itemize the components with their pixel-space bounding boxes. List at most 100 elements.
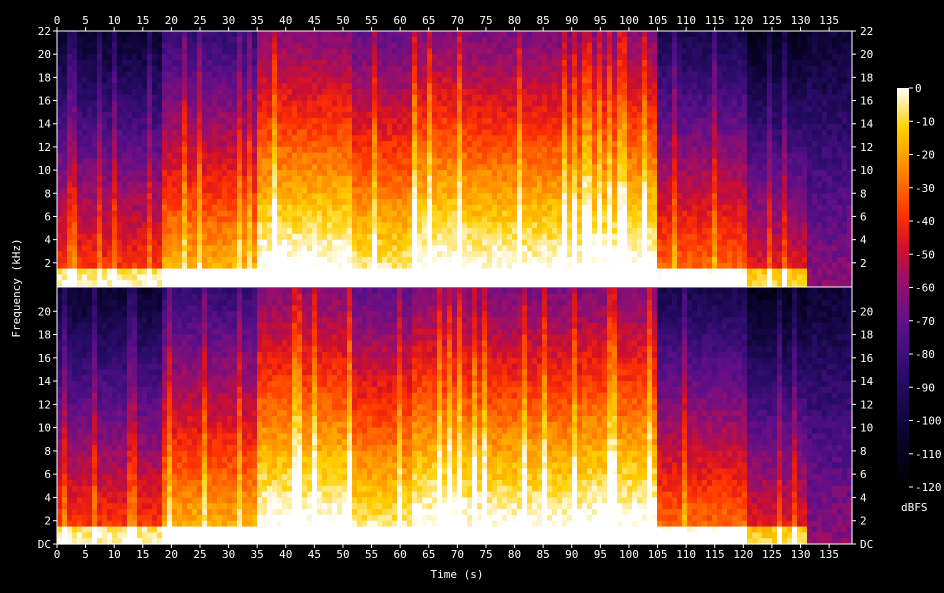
- spectrogram-cell: [502, 175, 508, 183]
- spectrogram-cell: [272, 117, 278, 125]
- spectrogram-cell: [122, 141, 128, 148]
- spectrogram-cell: [532, 146, 538, 154]
- spectrogram-cell: [117, 268, 123, 276]
- spectrogram-cell: [487, 141, 493, 148]
- spectrogram-cell: [252, 245, 258, 252]
- spectrogram-cell: [442, 135, 448, 142]
- spectrogram-cell: [602, 187, 608, 194]
- spectrogram-cell: [477, 193, 483, 200]
- spectrogram-cell: [477, 31, 483, 38]
- spectrogram-cell: [392, 135, 398, 142]
- spectrogram-cell: [482, 54, 488, 61]
- spectrogram-cell: [67, 274, 73, 281]
- spectrogram-cell: [147, 216, 153, 223]
- spectrogram-cell: [377, 257, 383, 264]
- spectrogram-cell: [62, 106, 68, 113]
- spectrogram-cell: [77, 164, 83, 171]
- spectrogram-cell: [412, 181, 418, 189]
- spectrogram-cell: [437, 274, 443, 281]
- spectrogram-cell: [507, 268, 513, 276]
- spectrogram-cell: [617, 257, 623, 264]
- spectrogram-cell: [592, 268, 598, 276]
- spectrogram-cell: [182, 175, 188, 183]
- spectrogram-cell: [247, 135, 253, 142]
- spectrogram-cell: [67, 94, 73, 102]
- spectrogram-cell: [517, 129, 523, 136]
- spectrogram-cell: [507, 257, 513, 264]
- spectrogram-cell: [462, 158, 468, 165]
- spectrogram-cell: [117, 54, 123, 61]
- spectrogram-cell: [457, 112, 463, 119]
- spectrogram-cell: [592, 112, 598, 119]
- spectrogram-cell: [517, 199, 523, 206]
- spectrogram-cell: [92, 193, 98, 200]
- spectrogram-cell: [302, 117, 308, 125]
- spectrogram-cell: [392, 65, 398, 73]
- spectrogram-cell: [347, 193, 353, 200]
- spectrogram-cell: [352, 65, 358, 73]
- spectrogram-cell: [607, 106, 613, 113]
- spectrogram-cell: [217, 216, 223, 223]
- spectrogram-cell: [332, 228, 338, 235]
- spectrogram-cell: [82, 193, 88, 200]
- spectrogram-cell: [602, 268, 608, 276]
- spectrogram-cell: [267, 65, 273, 73]
- spectrogram-cell: [157, 274, 163, 281]
- spectrogram-cell: [422, 59, 428, 67]
- spectrogram-cell: [222, 42, 228, 49]
- spectrogram-cell: [612, 100, 618, 107]
- spectrogram-cell: [407, 274, 413, 281]
- spectrogram-cell: [257, 216, 263, 223]
- spectrogram-cell: [277, 77, 283, 84]
- spectrogram-cell: [272, 71, 278, 78]
- spectrogram-cell: [127, 181, 133, 189]
- spectrogram-cell: [347, 262, 353, 270]
- spectrogram-cell: [417, 204, 423, 212]
- spectrogram-cell: [327, 117, 333, 125]
- spectrogram-cell: [237, 268, 243, 276]
- spectrogram-cell: [462, 77, 468, 84]
- spectrogram-cell: [267, 112, 273, 119]
- spectrogram-cell: [202, 94, 208, 102]
- spectrogram-cell: [87, 187, 93, 194]
- spectrogram-cell: [267, 251, 273, 258]
- spectrogram-cell: [542, 48, 548, 55]
- spectrogram-cell: [237, 164, 243, 171]
- spectrogram-cell: [432, 175, 438, 183]
- spectrogram-cell: [417, 245, 423, 252]
- spectrogram-cell: [212, 164, 218, 171]
- spectrogram-cell: [512, 280, 518, 287]
- spectrogram-cell: [587, 164, 593, 171]
- spectrogram-cell: [297, 245, 303, 252]
- spectrogram-cell: [307, 262, 313, 270]
- spectrogram-cell: [187, 77, 193, 84]
- spectrogram-cell: [442, 59, 448, 67]
- spectrogram-cell: [177, 222, 183, 229]
- spectrogram-cell: [287, 251, 293, 258]
- spectrogram-cell: [382, 175, 388, 183]
- spectrogram-cell: [307, 100, 313, 107]
- spectrogram-cell: [607, 54, 613, 61]
- spectrogram-cell: [287, 146, 293, 154]
- spectrogram-cell: [367, 71, 373, 78]
- spectrogram-cell: [222, 54, 228, 61]
- spectrogram-cell: [77, 251, 83, 258]
- spectrogram-cell: [87, 158, 93, 165]
- spectrogram-cell: [567, 181, 573, 189]
- spectrogram-cell: [512, 262, 518, 270]
- spectrogram-cell: [102, 59, 108, 67]
- spectrogram-cell: [137, 88, 143, 96]
- spectrogram-cell: [447, 262, 453, 270]
- spectrogram-cell: [527, 59, 533, 67]
- spectrogram-cell: [222, 129, 228, 136]
- spectrogram-cell: [302, 65, 308, 73]
- spectrogram-cell: [347, 245, 353, 252]
- spectrogram-cell: [387, 36, 393, 44]
- spectrogram-cell: [537, 100, 543, 107]
- spectrogram-cell: [97, 262, 103, 270]
- spectrogram-cell: [532, 54, 538, 61]
- spectrogram-cell: [542, 146, 548, 154]
- spectrogram-cell: [392, 117, 398, 125]
- spectrogram-cell: [302, 123, 308, 131]
- spectrogram-cell: [257, 175, 263, 183]
